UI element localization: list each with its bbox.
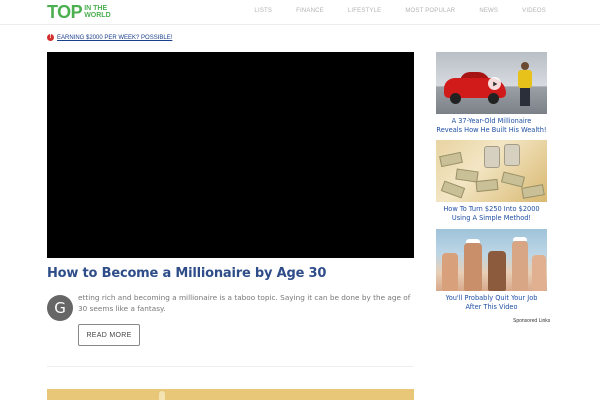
ad-caption-line2: Reveals How He Built His Wealth!	[436, 125, 547, 134]
article-excerpt: etting rich and becoming a millionaire i…	[78, 293, 411, 313]
logo-sub-line1: IN THE	[84, 5, 108, 12]
ad-image-yacht-party[interactable]	[436, 229, 547, 291]
car-wheel	[450, 93, 461, 104]
cash-bill	[475, 178, 499, 193]
promo-notice: ! EARNING $2000 PER WEEK? POSSIBLE!	[47, 34, 172, 41]
nav-item-lists[interactable]: LISTS	[254, 8, 272, 14]
car-wheel	[488, 93, 499, 104]
play-icon[interactable]	[488, 77, 501, 90]
person-figure	[512, 241, 528, 291]
ad-caption-line1: You'll Probably Quit Your Job	[445, 294, 538, 302]
alert-icon: !	[47, 34, 54, 41]
ad-caption-line1: How To Turn $250 Into $2000	[443, 205, 540, 213]
ad-image-cash[interactable]	[436, 140, 547, 202]
article-divider	[47, 366, 414, 367]
nav-item-finance[interactable]: FINANCE	[296, 8, 324, 14]
captain-hat	[466, 239, 480, 243]
article-title[interactable]: How to Become a Millionaire by Age 30	[47, 266, 326, 281]
next-article-image[interactable]	[47, 389, 414, 400]
nav-item-lifestyle[interactable]: LIFESTYLE	[348, 8, 381, 14]
promo-link[interactable]: EARNING $2000 PER WEEK? POSSIBLE!	[57, 35, 172, 41]
main-nav: LISTS FINANCE LIFESTYLE MOST POPULAR NEW…	[230, 8, 546, 14]
person-legs	[520, 88, 530, 106]
ad-image-red-car[interactable]	[436, 52, 547, 114]
nav-item-most-popular[interactable]: MOST POPULAR	[405, 8, 455, 14]
person-figure	[464, 243, 482, 291]
cash-bill	[521, 184, 545, 199]
ad-card-money[interactable]: How To Turn $250 Into $2000 Using A Simp…	[436, 140, 547, 222]
ad-caption[interactable]: A 37-Year-Old Millionaire Reveals How He…	[436, 117, 547, 134]
person-figure	[532, 255, 546, 291]
dropcap-letter: G	[47, 295, 73, 321]
person-figure	[518, 62, 532, 106]
read-more-button[interactable]: READ MORE	[78, 324, 140, 346]
captain-hat	[513, 237, 527, 241]
person-figure	[488, 251, 506, 291]
image-highlight	[159, 391, 165, 400]
cash-jar	[484, 146, 500, 168]
ad-caption[interactable]: How To Turn $250 Into $2000 Using A Simp…	[436, 205, 547, 222]
person-torso	[518, 70, 532, 88]
ad-card-quit-job[interactable]: You'll Probably Quit Your Job After This…	[436, 229, 547, 311]
logo-main-text: TOP	[47, 2, 83, 22]
sponsored-links-label[interactable]: Sponsored Links	[513, 318, 550, 324]
site-logo[interactable]: TOP IN THE WORLD	[47, 3, 111, 23]
logo-sub-line2: WORLD	[84, 12, 111, 19]
nav-item-videos[interactable]: VIDEOS	[522, 8, 546, 14]
ad-caption-line1: A 37-Year-Old Millionaire	[451, 117, 532, 125]
site-header: TOP IN THE WORLD LISTS FINANCE LIFESTYLE…	[0, 0, 600, 25]
person-head	[521, 62, 529, 70]
cash-bill	[500, 171, 526, 188]
cash-jar	[504, 144, 520, 166]
ad-caption-line2: Using A Simple Method!	[451, 213, 532, 222]
person-figure	[442, 253, 458, 291]
video-player[interactable]	[47, 52, 414, 258]
nav-item-news[interactable]: NEWS	[479, 8, 498, 14]
cash-bill	[440, 180, 466, 199]
ad-caption-line2: After This Video	[465, 302, 518, 311]
logo-subtitle: IN THE WORLD	[84, 5, 110, 19]
ad-card-millionaire[interactable]: A 37-Year-Old Millionaire Reveals How He…	[436, 52, 547, 134]
cash-bill	[439, 151, 463, 168]
ad-caption[interactable]: You'll Probably Quit Your Job After This…	[436, 294, 547, 311]
